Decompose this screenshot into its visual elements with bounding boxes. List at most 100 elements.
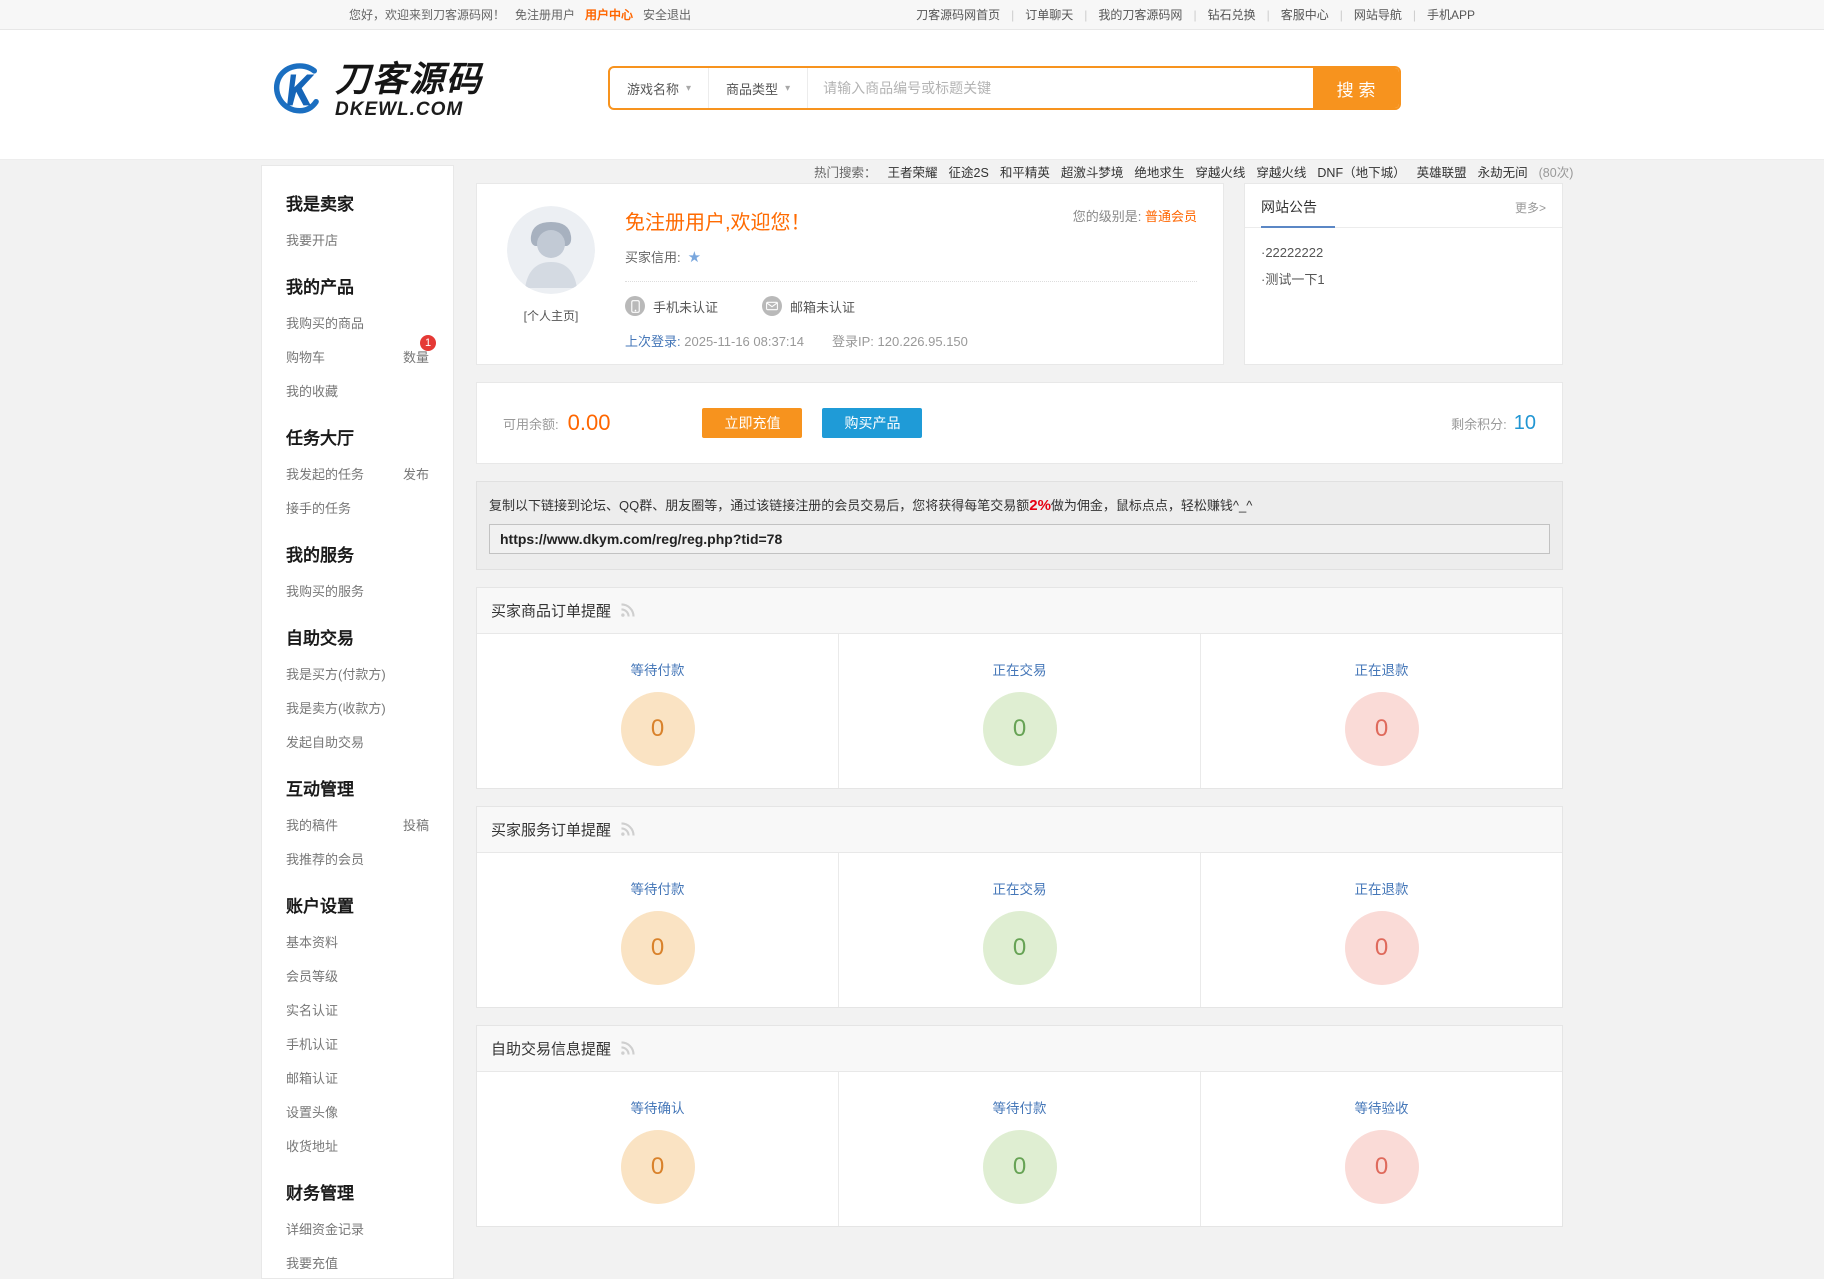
site-logo[interactable]: 刀客源码 DKEWL.COM (269, 60, 483, 123)
sidebar-item[interactable]: 我是买方(付款方) (286, 656, 429, 690)
order-status-link[interactable]: 正在退款 (1355, 878, 1409, 898)
sidebar-item[interactable]: 详细资金记录 (286, 1211, 429, 1245)
sidebar-item[interactable]: 购物车 数量1 (286, 339, 429, 373)
hot-search-term[interactable]: 和平精英 (1000, 162, 1050, 181)
sidebar-item[interactable]: 我的稿件 投稿 (286, 807, 429, 841)
order-columns: 等待付款0正在交易0正在退款0 (477, 634, 1562, 788)
sidebar-item-label[interactable]: 基本资料 (286, 932, 338, 951)
count-badge: 1 (420, 335, 436, 351)
topbar-link[interactable]: 刀客源码网首页 (916, 6, 1000, 23)
topbar-link[interactable]: 网站导航 (1354, 6, 1402, 23)
order-status-link[interactable]: 正在交易 (993, 659, 1047, 679)
order-status-link[interactable]: 等待验收 (1355, 1097, 1409, 1117)
sidebar-item-label[interactable]: 我购买的服务 (286, 581, 364, 600)
sidebar-item-label[interactable]: 我发起的任务 (286, 464, 364, 483)
sidebar-item-label[interactable]: 邮箱认证 (286, 1068, 338, 1087)
topbar-link[interactable]: 订单聊天 (1025, 6, 1073, 23)
order-status-link[interactable]: 正在退款 (1355, 659, 1409, 679)
sidebar-item-label[interactable]: 发起自助交易 (286, 732, 364, 751)
sidebar-item[interactable]: 手机认证 (286, 1026, 429, 1060)
topbar-link[interactable]: 钻石兑换 (1208, 6, 1256, 23)
order-column: 等待付款0 (477, 853, 838, 1007)
hot-search-term[interactable]: 穿越火线 (1256, 162, 1306, 181)
sidebar-item[interactable]: 设置头像 (286, 1094, 429, 1128)
sidebar-item-label[interactable]: 收货地址 (286, 1136, 338, 1155)
recharge-button[interactable]: 立即充值 (702, 408, 802, 438)
topbar-link[interactable]: 手机APP (1427, 6, 1475, 23)
referral-link-box[interactable]: https://www.dkym.com/reg/reg.php?tid=78 (489, 524, 1550, 554)
sidebar-item[interactable]: 我要充值 (286, 1245, 429, 1279)
announcement-item[interactable]: ·22222222 (1261, 239, 1546, 266)
email-verify-status[interactable]: 邮箱未认证 (762, 296, 855, 316)
member-level-link[interactable]: 普通会员 (1145, 209, 1197, 224)
sidebar-item[interactable]: 发起自助交易 (286, 724, 429, 758)
sidebar-item-label[interactable]: 详细资金记录 (286, 1219, 364, 1238)
topbar-link[interactable]: 我的刀客源码网 (1098, 6, 1182, 23)
profile-home-link[interactable]: [个人主页] (524, 307, 579, 324)
sidebar-item[interactable]: 我是卖方(收款方) (286, 690, 429, 724)
buy-products-button[interactable]: 购买产品 (822, 408, 922, 438)
login-ip-label: 登录IP: (832, 334, 874, 349)
sidebar-item-label[interactable]: 我的收藏 (286, 381, 338, 400)
sidebar-item-label[interactable]: 我推荐的会员 (286, 849, 364, 868)
order-status-link[interactable]: 正在交易 (993, 878, 1047, 898)
order-status-link[interactable]: 等待付款 (631, 659, 685, 679)
order-status-link[interactable]: 等待付款 (631, 878, 685, 898)
order-column: 等待付款0 (477, 634, 838, 788)
sidebar-item[interactable]: 我发起的任务 发布 (286, 456, 429, 490)
sidebar-item[interactable]: 我的收藏 (286, 373, 429, 407)
sidebar-item[interactable]: 我要开店 (286, 222, 429, 256)
order-status-link[interactable]: 等待确认 (631, 1097, 685, 1117)
phone-verify-status[interactable]: 手机未认证 (625, 296, 718, 316)
sidebar-item-label[interactable]: 接手的任务 (286, 498, 351, 517)
user-center-link[interactable]: 用户中心 (585, 6, 633, 23)
sidebar-item[interactable]: 我推荐的会员 (286, 841, 429, 875)
sidebar-item-label[interactable]: 会员等级 (286, 966, 338, 985)
search-button[interactable]: 搜 索 (1313, 68, 1399, 108)
sidebar-item-extra[interactable]: 数量1 (403, 347, 429, 366)
announcement-item[interactable]: ·测试一下1 (1261, 266, 1546, 293)
rss-icon (619, 1040, 636, 1057)
last-login-label[interactable]: 上次登录: (625, 334, 681, 349)
sidebar-item[interactable]: 我购买的商品 (286, 305, 429, 339)
sidebar-item[interactable]: 我购买的服务 (286, 573, 429, 607)
announcement-more-link[interactable]: 更多> (1515, 199, 1546, 216)
sidebar-item[interactable]: 会员等级 (286, 958, 429, 992)
hot-search-term[interactable]: 绝地求生 (1134, 162, 1184, 181)
order-column: 正在退款0 (1200, 634, 1562, 788)
sidebar-item-label[interactable]: 我是卖方(收款方) (286, 698, 386, 717)
sidebar-item-extra[interactable]: 发布 (403, 464, 429, 483)
sidebar-item[interactable]: 收货地址 (286, 1128, 429, 1162)
sidebar-item[interactable]: 实名认证 (286, 992, 429, 1026)
sidebar-item-label[interactable]: 手机认证 (286, 1034, 338, 1053)
hot-search-term[interactable]: 王者荣耀 (888, 162, 938, 181)
search-input[interactable] (808, 68, 1313, 108)
sidebar-item[interactable]: 接手的任务 (286, 490, 429, 524)
type-filter-select[interactable]: 商品类型 ▾ (709, 68, 808, 108)
hot-search-term[interactable]: 征途2S (949, 162, 989, 181)
hot-search-term[interactable]: 永劫无间 (1478, 162, 1528, 181)
order-count-circle: 0 (1345, 911, 1419, 985)
topbar-link[interactable]: 客服中心 (1281, 6, 1329, 23)
sidebar-item-label[interactable]: 我购买的商品 (286, 313, 364, 332)
sidebar-item-label[interactable]: 我要开店 (286, 230, 338, 249)
hot-search-term[interactable]: DNF（地下城） (1317, 162, 1405, 181)
sidebar-item[interactable]: 基本资料 (286, 924, 429, 958)
sidebar-item-label[interactable]: 我的稿件 (286, 815, 338, 834)
sidebar-item-label[interactable]: 我是买方(付款方) (286, 664, 386, 683)
sidebar-item-label[interactable]: 实名认证 (286, 1000, 338, 1019)
sidebar-item[interactable]: 邮箱认证 (286, 1060, 429, 1094)
hot-search-term[interactable]: 穿越火线 (1195, 162, 1245, 181)
logout-link[interactable]: 安全退出 (643, 6, 691, 23)
credit-star-icon: ★ (688, 248, 701, 266)
sidebar-item-label[interactable]: 我要充值 (286, 1253, 338, 1272)
balance-label: 可用余额: (503, 414, 559, 433)
avatar[interactable] (507, 206, 595, 294)
sidebar-item-label[interactable]: 购物车 (286, 347, 325, 366)
hot-search-term[interactable]: 英雄联盟 (1417, 162, 1467, 181)
order-status-link[interactable]: 等待付款 (993, 1097, 1047, 1117)
sidebar-item-extra[interactable]: 投稿 (403, 815, 429, 834)
sidebar-item-label[interactable]: 设置头像 (286, 1102, 338, 1121)
hot-search-term[interactable]: 超激斗梦境 (1061, 162, 1124, 181)
game-filter-select[interactable]: 游戏名称 ▾ (610, 68, 709, 108)
